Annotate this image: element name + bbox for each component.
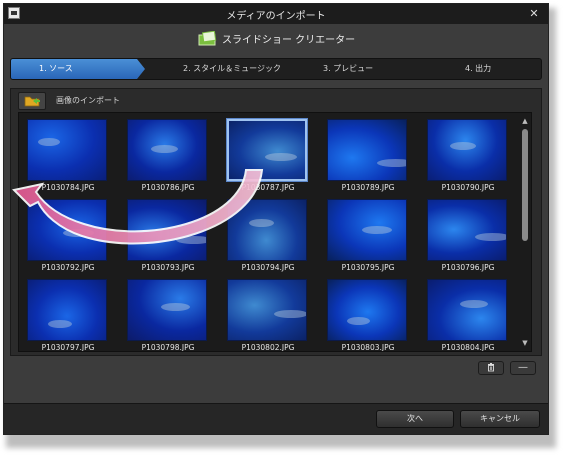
thumbnail-filename: P1030798.JPG — [141, 343, 195, 352]
delete-button[interactable] — [478, 361, 504, 375]
import-images-label: 画像のインポート — [56, 96, 120, 105]
vertical-scrollbar[interactable]: ▲ ▼ — [521, 117, 529, 347]
thumbnail-item[interactable]: P1030787.JPG — [227, 119, 311, 199]
thumbnail-image[interactable] — [27, 279, 107, 341]
step-output[interactable]: 4. 出力 — [465, 59, 491, 79]
thumbnail-filename: P1030794.JPG — [241, 263, 295, 272]
thumbnail-image[interactable] — [327, 279, 407, 341]
thumbnail-image[interactable] — [227, 199, 307, 261]
thumbnail-filename: P1030792.JPG — [41, 263, 95, 272]
scroll-up-arrow-icon[interactable]: ▲ — [521, 117, 529, 125]
step-preview[interactable]: 3. プレビュー — [323, 59, 373, 79]
import-images-button[interactable] — [18, 92, 46, 110]
thumbnail-filename: P1030787.JPG — [241, 183, 295, 192]
thumbnail-item[interactable]: P1030796.JPG — [427, 199, 511, 279]
remove-button[interactable]: — — [510, 361, 536, 375]
thumbnail-image[interactable] — [127, 119, 207, 181]
thumbnail-item[interactable]: P1030795.JPG — [327, 199, 411, 279]
next-button[interactable]: 次へ — [376, 410, 454, 428]
slideshow-creator-icon — [197, 30, 217, 47]
thumbnail-filename: P1030784.JPG — [41, 183, 95, 192]
thumbnail-filename: P1030789.JPG — [341, 183, 395, 192]
cancel-button[interactable]: キャンセル — [460, 410, 540, 428]
thumbnail-image[interactable] — [427, 199, 507, 261]
thumbnail-filename: P1030802.JPG — [241, 343, 295, 352]
thumbnail-image[interactable] — [27, 119, 107, 181]
thumbnail-item[interactable]: P1030802.JPG — [227, 279, 311, 351]
import-media-dialog: メディアのインポート ✕ スライドショー クリエーター 1. ソース 2. スタ… — [3, 3, 549, 435]
close-button[interactable]: ✕ — [526, 8, 542, 20]
thumbnail-filename: P1030797.JPG — [41, 343, 95, 352]
thumbnail-image[interactable] — [327, 119, 407, 181]
thumbnail-filename: P1030786.JPG — [141, 183, 195, 192]
thumbnail-grid: P1030784.JPG P1030786.JPG P1030787.JPG P103… — [18, 112, 532, 352]
thumbnail-image[interactable] — [127, 279, 207, 341]
thumbnail-filename: P1030803.JPG — [341, 343, 395, 352]
thumbnail-image[interactable] — [227, 279, 307, 341]
thumbnail-image[interactable] — [27, 199, 107, 261]
thumbnail-image[interactable] — [327, 199, 407, 261]
thumbnail-item[interactable]: P1030798.JPG — [127, 279, 211, 351]
scroll-down-arrow-icon[interactable]: ▼ — [521, 339, 529, 347]
thumbnail-filename: P1030796.JPG — [441, 263, 495, 272]
dialog-footer: 次へ キャンセル — [4, 403, 548, 434]
window-title: メディアのインポート — [226, 11, 326, 22]
folder-add-icon — [24, 96, 40, 107]
step-source[interactable]: 1. ソース — [11, 59, 145, 79]
thumbnail-item[interactable]: P1030794.JPG — [227, 199, 311, 279]
thumbnail-item[interactable]: P1030790.JPG — [427, 119, 511, 199]
thumbnail-item[interactable]: P1030789.JPG — [327, 119, 411, 199]
trash-icon — [488, 363, 494, 372]
thumbnail-image[interactable] — [427, 279, 507, 341]
thumbnail-filename: P1030790.JPG — [441, 183, 495, 192]
brand-title: スライドショー クリエーター — [221, 35, 356, 46]
step-style-music[interactable]: 2. スタイル＆ミュージック — [183, 59, 281, 79]
title-bar[interactable]: メディアのインポート ✕ — [4, 4, 548, 24]
thumbnail-image[interactable] — [227, 119, 307, 181]
scrollbar-thumb[interactable] — [522, 129, 528, 241]
thumbnail-image[interactable] — [127, 199, 207, 261]
thumbnail-filename: P1030804.JPG — [441, 343, 495, 352]
thumbnail-image[interactable] — [427, 119, 507, 181]
thumbnail-item[interactable]: P1030793.JPG — [127, 199, 211, 279]
brand-header: スライドショー クリエーター — [4, 28, 548, 52]
thumbnail-item[interactable]: P1030797.JPG — [27, 279, 111, 351]
thumbnail-item[interactable]: P1030792.JPG — [27, 199, 111, 279]
wizard-steps: 1. ソース 2. スタイル＆ミュージック 3. プレビュー 4. 出力 — [10, 58, 542, 80]
thumbnail-filename: P1030795.JPG — [341, 263, 395, 272]
thumbnail-item[interactable]: P1030803.JPG — [327, 279, 411, 351]
thumbnail-item[interactable]: P1030786.JPG — [127, 119, 211, 199]
thumbnail-filename: P1030793.JPG — [141, 263, 195, 272]
thumbnail-item[interactable]: P1030784.JPG — [27, 119, 111, 199]
thumbnail-item[interactable]: P1030804.JPG — [427, 279, 511, 351]
